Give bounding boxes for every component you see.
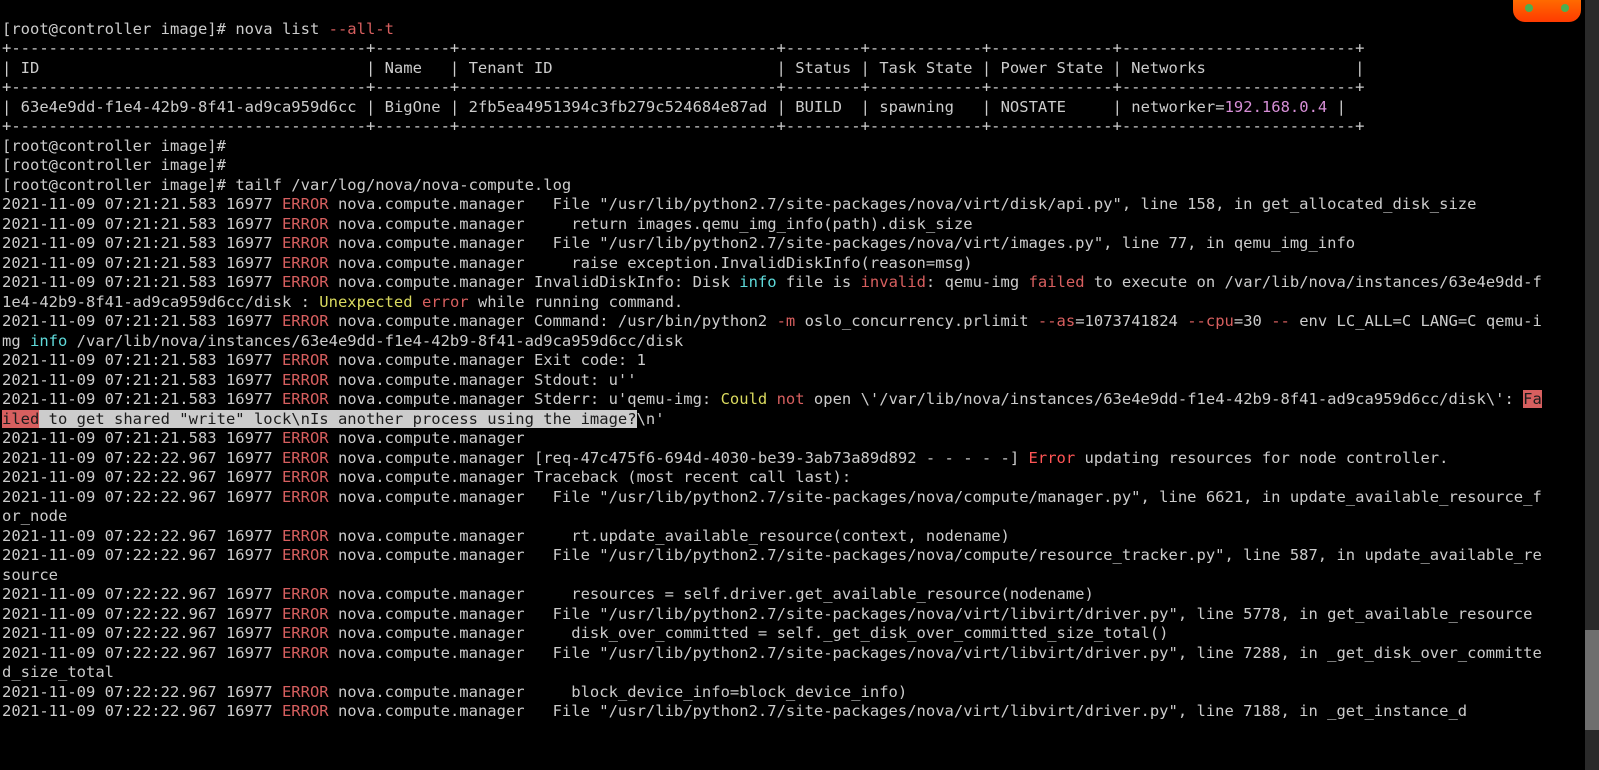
cmd-tailf: tailf /var/log/nova/nova-compute.log [235,176,571,194]
table-border: +--------------------------------------+… [2,78,1364,96]
cmd-nova: nova list [235,20,328,38]
log-line: 2021-11-09 07:21:21.583 16977 ERROR nova… [2,234,1355,252]
shell-prompt: [root@controller image]# [2,156,226,174]
log-line: 2021-11-09 07:22:22.967 16977 ERROR nova… [2,527,1010,545]
log-line: 2021-11-09 07:21:21.583 16977 ERROR nova… [2,312,1542,350]
log-line: 2021-11-09 07:22:22.967 16977 ERROR nova… [2,702,1467,720]
shell-prompt: [root@controller image]# [2,20,226,38]
log-line: 2021-11-09 07:22:22.967 16977 ERROR nova… [2,488,1542,526]
log-line: 2021-11-09 07:21:21.583 16977 ERROR nova… [2,195,1476,213]
shell-prompt: [root@controller image]# [2,137,226,155]
log-line: 2021-11-09 07:22:22.967 16977 ERROR nova… [2,683,907,701]
log-line: 2021-11-09 07:21:21.583 16977 ERROR nova… [2,390,1542,428]
log-line: 2021-11-09 07:22:22.967 16977 ERROR nova… [2,546,1542,584]
log-line: 2021-11-09 07:22:22.967 16977 ERROR nova… [2,624,1169,642]
log-line: 2021-11-09 07:22:22.967 16977 ERROR nova… [2,468,851,486]
log-line: 2021-11-09 07:22:22.967 16977 ERROR nova… [2,449,1448,467]
terminal-output[interactable]: [root@controller image]# nova list --all… [0,0,1550,770]
log-line: 2021-11-09 07:21:21.583 16977 ERROR nova… [2,351,646,369]
scrollbar[interactable] [1585,0,1599,770]
app-badge-icon [1513,0,1581,22]
table-border: +--------------------------------------+… [2,39,1364,57]
log-line: 2021-11-09 07:21:21.583 16977 ERROR nova… [2,371,637,389]
log-line: 2021-11-09 07:22:22.967 16977 ERROR nova… [2,644,1542,682]
shell-prompt: [root@controller image]# [2,176,226,194]
highlight-lock-msg: to get shared "write" lock\nIs another p… [39,410,636,428]
scrollbar-thumb[interactable] [1585,630,1599,730]
log-line: 2021-11-09 07:22:22.967 16977 ERROR nova… [2,585,1094,603]
table-row: | 63e4e9dd-f1e4-42b9-8f41-ad9ca959d6cc |… [2,98,1346,116]
table-header: | ID | Name | Tenant ID | Status | Task … [2,59,1364,77]
table-border: +--------------------------------------+… [2,117,1364,135]
log-line: 2021-11-09 07:21:21.583 16977 ERROR nova… [2,254,973,272]
log-line: 2021-11-09 07:21:21.583 16977 ERROR nova… [2,215,973,233]
log-line: 2021-11-09 07:21:21.583 16977 ERROR nova… [2,273,1542,311]
log-line: 2021-11-09 07:22:22.967 16977 ERROR nova… [2,605,1532,623]
log-line: 2021-11-09 07:21:21.583 16977 ERROR nova… [2,429,525,447]
cmd-nova-opt: --all-t [329,20,394,38]
